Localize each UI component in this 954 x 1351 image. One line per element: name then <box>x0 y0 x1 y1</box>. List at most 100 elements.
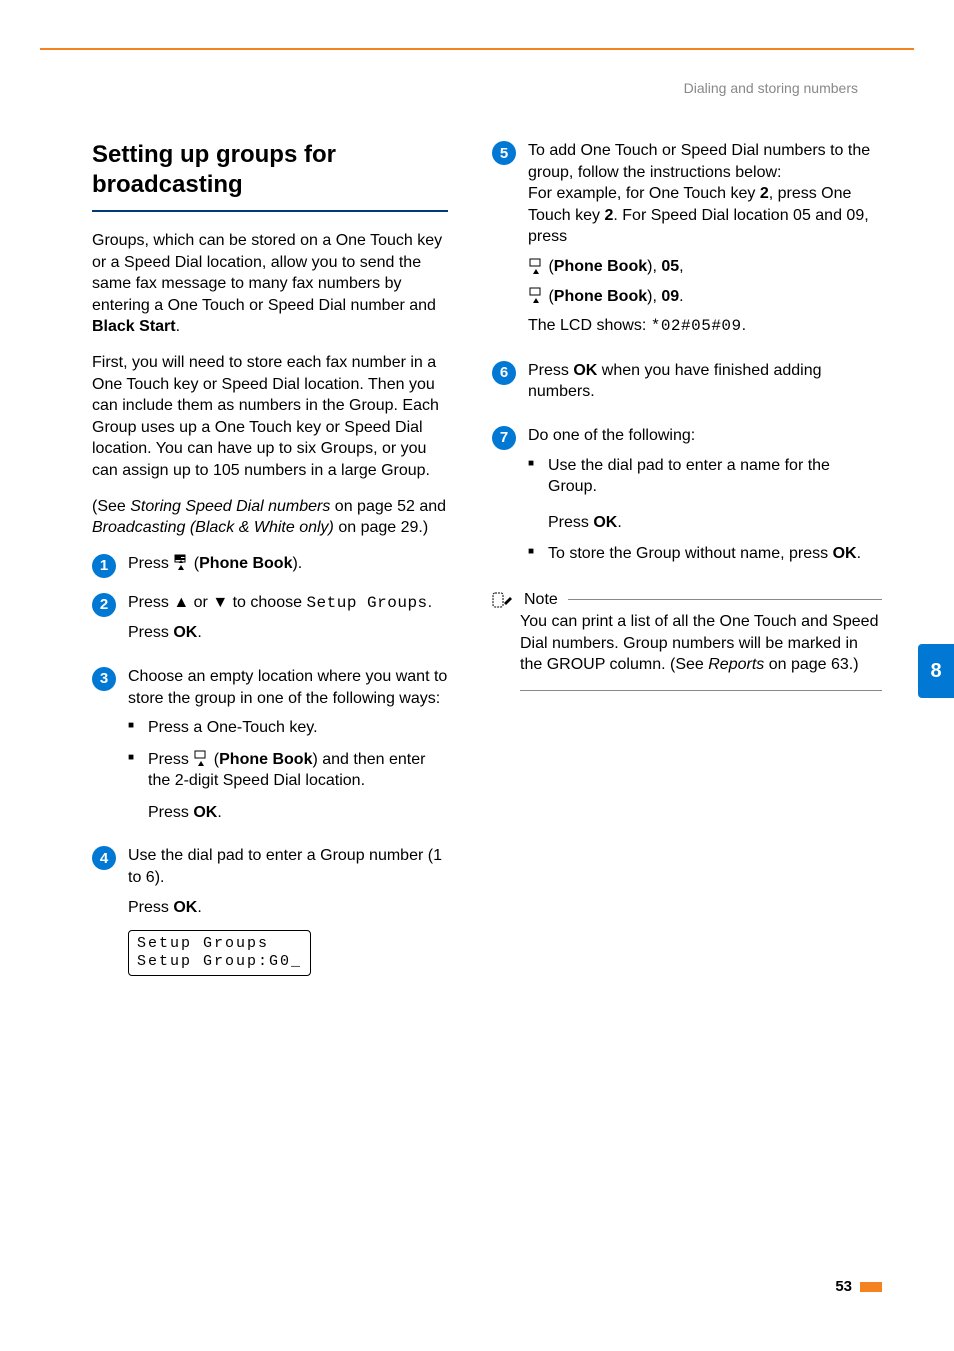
step4-press: Press <box>128 899 173 916</box>
intro-paragraph-2: First, you will need to store each fax n… <box>92 352 448 482</box>
step5-a: To add One Touch or Speed Dial numbers t… <box>528 142 870 181</box>
step5-pb1-b: 05 <box>661 258 679 275</box>
step-2-content: Press ▲ or ▼ to choose Setup Groups. Pre… <box>128 592 448 652</box>
left-column: Setting up groups for broadcasting Group… <box>92 140 448 990</box>
step7-item-2: To store the Group without name, press O… <box>548 543 882 565</box>
step-2: 2 Press ▲ or ▼ to choose Setup Groups. P… <box>92 592 448 652</box>
step7-item-1: Use the dial pad to enter a name for the… <box>548 455 882 534</box>
step5-b: For example, for One Touch key <box>528 185 760 202</box>
note-rule <box>568 599 882 600</box>
step5-key2a: 2 <box>760 185 769 202</box>
para1-end: . <box>176 318 180 335</box>
intro-paragraph-1: Groups, which can be stored on a One Tou… <box>92 230 448 338</box>
page-footer: 53 <box>835 1278 882 1295</box>
step5-lcd-a: The LCD shows: <box>528 317 651 334</box>
step2-press: Press <box>128 624 173 641</box>
phonebook-icon <box>528 286 544 306</box>
step5-pb1-a: Phone Book <box>554 258 647 275</box>
step7-list: Use the dial pad to enter a name for the… <box>528 455 882 565</box>
step-3-content: Choose an empty location where you want … <box>128 666 448 832</box>
step-6-badge: 6 <box>492 361 516 385</box>
footer-accent <box>860 1282 882 1292</box>
step2-b: or <box>189 594 212 611</box>
step1-b: ). <box>292 555 302 572</box>
step5-pb2-a: Phone Book <box>554 288 647 305</box>
step3-press: Press <box>148 804 193 821</box>
step7-li1-okword: OK <box>593 514 617 531</box>
step-5: 5 To add One Touch or Speed Dial numbers… <box>492 140 882 346</box>
step-7-content: Do one of the following: Use the dial pa… <box>528 425 882 575</box>
step4-text: Use the dial pad to enter a Group number… <box>128 845 448 888</box>
step-4-badge: 4 <box>92 846 116 870</box>
step1-pb: Phone Book <box>199 555 292 572</box>
lcd-line-1: Setup Groups <box>137 935 302 953</box>
step-7: 7 Do one of the following: Use the dial … <box>492 425 882 575</box>
step-2-badge: 2 <box>92 593 116 617</box>
step5-dot: . <box>742 317 746 334</box>
step-1-badge: 1 <box>92 554 116 578</box>
step5-pb2-b: 09 <box>661 288 679 305</box>
step2-a: Press <box>128 594 173 611</box>
step7-li1-press: Press <box>548 514 593 531</box>
lcd-line-2: Setup Group:G0_ <box>137 953 302 971</box>
step-1-content: Press (Phone Book). <box>128 553 448 575</box>
step2-ok: OK <box>173 624 197 641</box>
note-body: You can print a list of all the One Touc… <box>520 611 882 691</box>
step-4-content: Use the dial pad to enter a Group number… <box>128 845 448 976</box>
step2-e: . <box>428 594 432 611</box>
note-label: Note <box>524 591 558 609</box>
step7-li2-dot: . <box>857 545 861 562</box>
step-4: 4 Use the dial pad to enter a Group numb… <box>92 845 448 976</box>
right-column: 5 To add One Touch or Speed Dial numbers… <box>492 140 882 990</box>
step2-d: Setup Groups <box>306 594 427 612</box>
step4-ok: OK <box>173 899 197 916</box>
see-c: on page 52 and <box>330 498 446 515</box>
step5-lcd-b: *02#05#09 <box>651 317 742 335</box>
see-d: Broadcasting (Black & White only) <box>92 519 334 536</box>
step-1: 1 Press (Phone Book). <box>92 553 448 578</box>
page-number: 53 <box>835 1278 852 1295</box>
step3-item-2: Press (Phone Book) and then enter the 2-… <box>148 749 448 792</box>
see-reference: (See Storing Speed Dial numbers on page … <box>92 496 448 539</box>
step-5-badge: 5 <box>492 141 516 165</box>
phonebook-icon <box>528 257 544 277</box>
step6-a: Press <box>528 362 573 379</box>
step7-li1-ok: Press OK. <box>548 512 882 534</box>
header-rule <box>40 48 914 50</box>
phonebook-icon <box>193 749 209 769</box>
title-rule <box>92 210 448 212</box>
note-header-row: Note <box>492 589 882 611</box>
chapter-tab: 8 <box>918 644 954 698</box>
see-e: on page 29.) <box>334 519 428 536</box>
step7-intro: Do one of the following: <box>528 425 882 447</box>
step3-dot: . <box>217 804 221 821</box>
step2-c: to choose <box>228 594 306 611</box>
phonebook-icon <box>173 553 189 573</box>
step7-li1-text: Use the dial pad to enter a name for the… <box>548 457 830 496</box>
up-arrow-icon: ▲ <box>173 594 189 611</box>
step3-press-ok: Press OK. <box>148 802 448 824</box>
step3-item-1: Press a One-Touch key. <box>148 717 448 739</box>
step-7-badge: 7 <box>492 426 516 450</box>
step3-li2-b: Phone Book <box>219 751 312 768</box>
note-b: Reports <box>708 656 764 673</box>
step3-ok: OK <box>193 804 217 821</box>
step-5-content: To add One Touch or Speed Dial numbers t… <box>528 140 882 346</box>
step-6: 6 Press OK when you have finished adding… <box>492 360 882 411</box>
note-pencil-icon <box>492 589 514 611</box>
section-title: Setting up groups for broadcasting <box>92 140 448 200</box>
step3-intro: Choose an empty location where you want … <box>128 666 448 709</box>
step7-li1-dot: . <box>617 514 621 531</box>
down-arrow-icon: ▼ <box>212 594 228 611</box>
para1-bold: Black Start <box>92 318 176 335</box>
step1-a: Press <box>128 555 173 572</box>
step2-dot: . <box>197 624 201 641</box>
step7-li2-a: To store the Group without name, press <box>548 545 833 562</box>
note-block: Note You can print a list of all the One… <box>492 589 882 691</box>
lcd-display: Setup Groups Setup Group:G0_ <box>128 930 311 976</box>
header-breadcrumb: Dialing and storing numbers <box>684 80 858 96</box>
note-c: on page 63.) <box>764 656 858 673</box>
step7-li2-ok: OK <box>833 545 857 562</box>
step6-ok: OK <box>573 362 597 379</box>
see-a: (See <box>92 498 130 515</box>
